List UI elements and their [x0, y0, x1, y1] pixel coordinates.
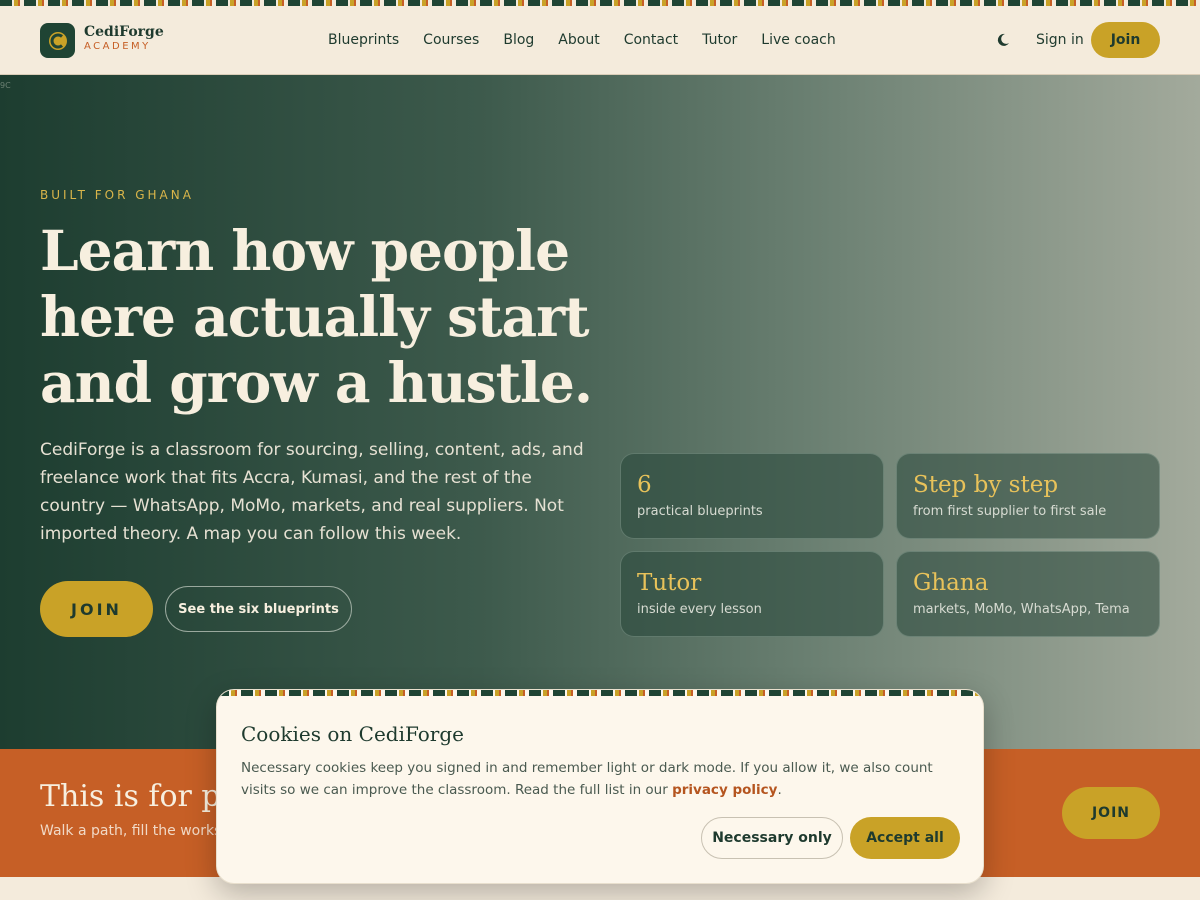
hero-corner-text: 9C: [0, 81, 11, 90]
stat-card-ghana: Ghana markets, MoMo, WhatsApp, Tema: [896, 551, 1160, 637]
site-header: CediForge ACADEMY Blueprints Courses Blo…: [0, 6, 1200, 75]
band-title: This is for pe: [40, 779, 239, 814]
nav-courses[interactable]: Courses: [423, 29, 479, 51]
cookie-text: Necessary cookies keep you signed in and…: [241, 757, 966, 801]
nav-about[interactable]: About: [558, 29, 599, 51]
nav-tutor[interactable]: Tutor: [702, 29, 737, 51]
cookie-banner: Cookies on CediForge Necessary cookies k…: [216, 689, 984, 884]
band-join-button[interactable]: JOIN: [1062, 787, 1160, 839]
stat-label: from first supplier to first sale: [913, 504, 1107, 519]
nav-contact[interactable]: Contact: [624, 29, 678, 51]
stat-label: inside every lesson: [637, 602, 762, 617]
stat-value: Ghana: [913, 570, 989, 596]
brand-sub: ACADEMY: [84, 41, 151, 52]
hero-eyebrow: BUILT FOR GHANA: [40, 188, 194, 202]
moon-icon[interactable]: [994, 31, 1012, 49]
stat-card-blueprints: 6 practical blueprints: [620, 453, 884, 539]
necessary-only-button[interactable]: Necessary only: [701, 817, 843, 859]
cookie-body-end: .: [777, 782, 782, 798]
cookie-title: Cookies on CediForge: [241, 722, 464, 746]
accept-all-button[interactable]: Accept all: [850, 817, 960, 859]
brand-name: CediForge: [84, 24, 164, 40]
stat-value: Step by step: [913, 472, 1059, 498]
hero-headline: Learn how people here actually start and…: [40, 218, 593, 415]
hero-section: 9C BUILT FOR GHANA Learn how people here…: [0, 75, 1200, 749]
stat-card-tutor: Tutor inside every lesson: [620, 551, 884, 637]
band-subtitle: Walk a path, fill the worksh: [40, 823, 231, 839]
sign-in-link[interactable]: Sign in: [1036, 29, 1084, 51]
stat-label: practical blueprints: [637, 504, 763, 519]
hero-join-button[interactable]: JOIN: [40, 581, 153, 637]
nav-live-coach[interactable]: Live coach: [761, 29, 835, 51]
stat-label: markets, MoMo, WhatsApp, Tema: [913, 602, 1130, 617]
nav-blog[interactable]: Blog: [503, 29, 534, 51]
stat-card-step: Step by step from first supplier to firs…: [896, 453, 1160, 539]
cookie-kente-stripe: [217, 690, 983, 696]
logo-wordmark[interactable]: CediForge ACADEMY: [84, 24, 164, 54]
cookie-body-text: Necessary cookies keep you signed in and…: [241, 760, 933, 798]
stat-value: Tutor: [637, 570, 702, 596]
stat-value: 6: [637, 472, 652, 498]
join-button-header[interactable]: Join: [1091, 22, 1160, 58]
nav-blueprints[interactable]: Blueprints: [328, 29, 399, 51]
see-blueprints-button[interactable]: See the six blueprints: [165, 586, 352, 632]
main-nav: Blueprints Courses Blog About Contact Tu…: [316, 29, 848, 51]
hero-lede: CediForge is a classroom for sourcing, s…: [40, 440, 584, 544]
privacy-policy-link[interactable]: privacy policy: [672, 782, 777, 798]
logo-icon[interactable]: [40, 23, 75, 58]
